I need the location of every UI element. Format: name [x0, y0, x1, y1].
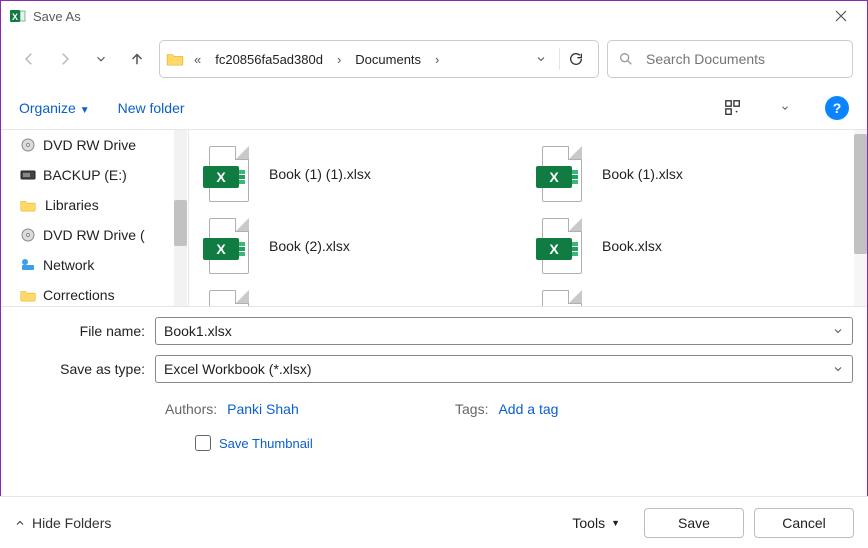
filepane-scroll-thumb[interactable]: [854, 134, 867, 254]
sidebar-item-dvd[interactable]: DVD RW Drive: [1, 130, 188, 160]
file-item[interactable]: XBook (1).xlsx: [532, 138, 861, 210]
save-thumbnail-label[interactable]: Save Thumbnail: [219, 436, 313, 451]
recent-dropdown[interactable]: [87, 41, 115, 77]
file-item[interactable]: XBook (1) (1).xlsx: [199, 138, 528, 210]
toolbar: Organize ▼ New folder ?: [1, 87, 867, 129]
up-button[interactable]: [123, 41, 151, 77]
search-box[interactable]: [607, 40, 853, 78]
sidebar-scroll-thumb[interactable]: [174, 200, 187, 246]
save-button[interactable]: Save: [644, 508, 744, 538]
chevron-down-icon[interactable]: [832, 325, 844, 337]
view-dropdown[interactable]: [773, 96, 797, 120]
authors-label: Authors:: [165, 401, 217, 417]
excel-file-icon: X: [203, 216, 255, 276]
main-area: DVD RW Drive BACKUP (E:) Libraries DVD R…: [1, 129, 867, 307]
help-button[interactable]: ?: [825, 96, 849, 120]
window-title: Save As: [33, 9, 819, 24]
file-item[interactable]: XGyproc Inventory.xlsx: [532, 282, 861, 306]
authors-value[interactable]: Panki Shah: [227, 401, 299, 417]
new-folder-button[interactable]: New folder: [118, 100, 185, 116]
excel-file-icon: X: [203, 144, 255, 204]
excel-app-icon: X: [9, 7, 27, 25]
tags-value[interactable]: Add a tag: [498, 401, 558, 417]
tags-label: Tags:: [455, 401, 488, 417]
savetype-label: Save as type:: [15, 361, 155, 377]
chevron-down-icon: ▼: [80, 105, 90, 116]
dvd-icon: [19, 227, 37, 243]
breadcrumb-part-2[interactable]: Documents: [351, 48, 425, 71]
titlebar: X Save As: [1, 1, 867, 31]
cancel-button[interactable]: Cancel: [754, 508, 854, 538]
chevron-right-icon: ›: [333, 52, 345, 67]
sidebar-item-dvd-2[interactable]: DVD RW Drive (: [1, 220, 188, 250]
tools-menu[interactable]: Tools▼: [572, 515, 620, 531]
footer: Hide Folders Tools▼ Save Cancel: [0, 496, 868, 548]
chevron-down-icon[interactable]: [832, 363, 844, 375]
search-icon: [618, 51, 634, 67]
excel-file-icon: X: [203, 288, 255, 306]
svg-text:X: X: [12, 12, 18, 22]
file-item[interactable]: XBook.xlsx: [532, 210, 861, 282]
excel-file-icon: X: [536, 288, 588, 306]
forward-button[interactable]: [51, 41, 79, 77]
organize-menu[interactable]: Organize ▼: [19, 100, 90, 116]
chevron-up-icon: [14, 517, 26, 529]
chevron-down-icon: ▼: [611, 518, 620, 528]
sidebar-item-libraries[interactable]: Libraries: [1, 190, 188, 220]
folder-icon: [166, 52, 184, 66]
hide-folders-button[interactable]: Hide Folders: [14, 515, 111, 531]
network-icon: [19, 257, 37, 273]
nav-row: « fc20856fa5ad380d › Documents ›: [1, 31, 867, 87]
drive-icon: [19, 169, 37, 181]
address-bar[interactable]: « fc20856fa5ad380d › Documents ›: [159, 40, 599, 78]
form-area: File name: Book1.xlsx Save as type: Exce…: [1, 307, 867, 451]
excel-file-icon: X: [536, 144, 588, 204]
dvd-icon: [19, 137, 37, 153]
search-input[interactable]: [644, 50, 842, 68]
back-button[interactable]: [15, 41, 43, 77]
close-button[interactable]: [819, 1, 863, 31]
savetype-select[interactable]: Excel Workbook (*.xlsx): [155, 355, 853, 383]
folder-icon: [19, 199, 37, 212]
chevron-right-icon: ›: [431, 52, 443, 67]
filename-label: File name:: [15, 323, 155, 339]
sidebar-item-network[interactable]: Network: [1, 250, 188, 280]
breadcrumb-prefix: «: [190, 52, 205, 67]
sidebar-item-corrections[interactable]: Corrections: [1, 280, 188, 306]
file-item[interactable]: XBook (2).xlsx: [199, 210, 528, 282]
breadcrumb-part-1[interactable]: fc20856fa5ad380d: [211, 48, 327, 71]
sidebar-item-backup[interactable]: BACKUP (E:): [1, 160, 188, 190]
refresh-button[interactable]: [559, 48, 592, 70]
excel-file-icon: X: [536, 216, 588, 276]
address-dropdown[interactable]: [529, 53, 553, 65]
view-options-button[interactable]: [721, 96, 745, 120]
sidebar: DVD RW Drive BACKUP (E:) Libraries DVD R…: [1, 130, 189, 306]
file-pane: XBook (1) (1).xlsx XBook (1).xlsx XBook …: [189, 130, 867, 306]
file-item[interactable]: XBook1.xlsx: [199, 282, 528, 306]
save-thumbnail-checkbox[interactable]: [195, 435, 211, 451]
folder-icon: [19, 289, 37, 302]
filename-input[interactable]: Book1.xlsx: [155, 317, 853, 345]
